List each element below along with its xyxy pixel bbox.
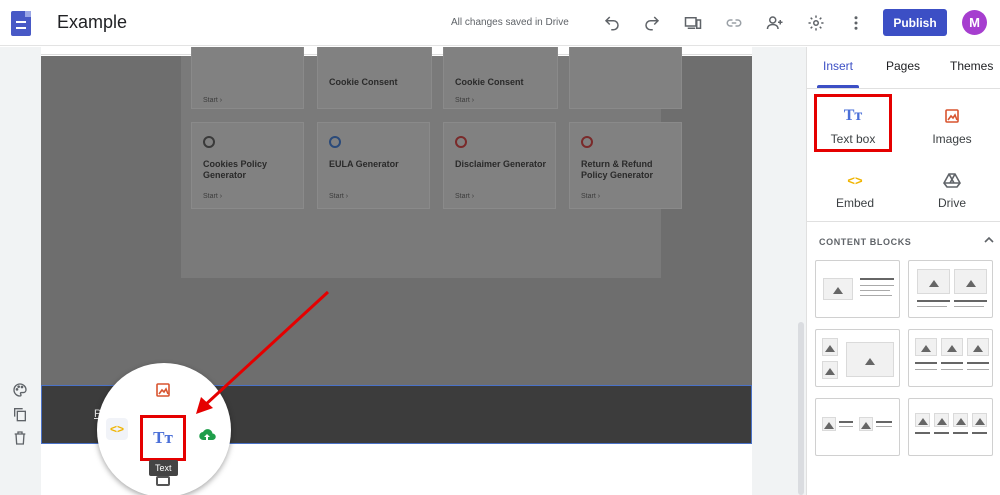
site-title[interactable]: Example bbox=[57, 12, 127, 33]
dimmed-embed-section[interactable]: Start › Cookie Consent Cookie Consent St… bbox=[41, 47, 752, 385]
image-icon bbox=[944, 105, 960, 127]
text-tooltip: Text bbox=[149, 460, 178, 476]
card-start-link[interactable]: Start › bbox=[203, 97, 222, 104]
card-start-link[interactable]: Start › bbox=[455, 97, 474, 104]
insert-embed[interactable]: <> Embed bbox=[816, 161, 894, 219]
card-start-link[interactable]: Start › bbox=[581, 193, 600, 200]
content-block-image-list[interactable] bbox=[815, 398, 900, 456]
content-blocks-heading: CONTENT BLOCKS bbox=[819, 237, 912, 247]
card-title-cookie-consent: Cookie Consent bbox=[455, 77, 524, 87]
policy-card-eula[interactable]: EULA Generator Start › bbox=[317, 122, 430, 209]
cloud-upload-icon[interactable] bbox=[198, 427, 216, 443]
duplicate-icon[interactable] bbox=[12, 406, 30, 424]
insert-item-label: Images bbox=[932, 132, 972, 146]
settings-icon[interactable] bbox=[805, 12, 827, 34]
policy-generator-panel: Start › Cookie Consent Cookie Consent St… bbox=[181, 47, 682, 278]
card-start-link[interactable]: Start › bbox=[455, 193, 474, 200]
policy-card[interactable]: Cookie Consent bbox=[317, 47, 432, 109]
palette-icon[interactable] bbox=[12, 382, 30, 400]
insert-item-label: Text box bbox=[830, 132, 876, 146]
publish-button[interactable]: Publish bbox=[883, 9, 947, 36]
save-status: All changes saved in Drive bbox=[451, 17, 569, 28]
preview-devices-icon[interactable] bbox=[682, 12, 704, 34]
delete-icon[interactable] bbox=[12, 430, 30, 448]
tab-pages[interactable]: Pages bbox=[886, 59, 920, 73]
content-block-four-images[interactable] bbox=[908, 398, 993, 456]
more-vert-icon[interactable] bbox=[845, 12, 867, 34]
card-title: Disclaimer Generator bbox=[455, 159, 547, 169]
card-title: Return & Refund Policy Generator bbox=[581, 159, 654, 180]
content-block-image-grid[interactable] bbox=[815, 329, 900, 387]
policy-card-cookies-policy[interactable]: Cookies Policy Generator Start › bbox=[191, 122, 304, 209]
content-block-image-text[interactable] bbox=[815, 260, 900, 318]
tab-themes[interactable]: Themes bbox=[950, 59, 993, 73]
policy-card-disclaimer[interactable]: Disclaimer Generator Start › bbox=[443, 122, 556, 209]
avatar[interactable]: M bbox=[962, 10, 987, 35]
card-start-link[interactable]: Start › bbox=[203, 193, 222, 200]
cookie-icon bbox=[203, 136, 215, 148]
insert-drive[interactable]: Drive bbox=[913, 161, 991, 219]
card-title: EULA Generator bbox=[329, 159, 399, 169]
tab-insert[interactable]: Insert bbox=[823, 59, 853, 73]
card-title: Cookie Consent bbox=[329, 77, 398, 87]
quick-insert-radial-menu: <> Tт Text bbox=[97, 363, 231, 495]
embed-icon: <> bbox=[847, 172, 863, 188]
chevron-up-icon[interactable] bbox=[983, 233, 995, 245]
alert-icon bbox=[455, 136, 467, 148]
drive-icon[interactable] bbox=[156, 476, 170, 486]
target-icon bbox=[581, 136, 593, 148]
policy-card-return-refund[interactable]: Return & Refund Policy Generator Start › bbox=[569, 122, 682, 209]
redo-icon[interactable] bbox=[641, 12, 663, 34]
insert-images[interactable]: Images bbox=[913, 97, 991, 155]
text-box-button[interactable]: Tт bbox=[140, 415, 186, 461]
canvas-scrollbar[interactable] bbox=[796, 47, 806, 495]
tabs-divider bbox=[807, 88, 1000, 89]
share-person-icon[interactable] bbox=[764, 12, 786, 34]
undo-icon[interactable] bbox=[601, 12, 623, 34]
insert-side-panel: Insert Pages Themes Tт Text box Images <… bbox=[806, 47, 1000, 495]
card-start-link[interactable]: Start › bbox=[329, 193, 348, 200]
panel-divider bbox=[807, 221, 1000, 222]
insert-item-label: Drive bbox=[937, 196, 966, 210]
embed-icon[interactable]: <> bbox=[106, 418, 128, 440]
image-icon[interactable] bbox=[155, 382, 171, 398]
insert-item-label: Embed bbox=[835, 196, 875, 210]
gear-icon bbox=[329, 136, 341, 148]
drive-icon bbox=[943, 169, 961, 191]
content-block-two-images[interactable] bbox=[908, 260, 993, 318]
policy-card[interactable]: Cookie Consent Start › bbox=[443, 47, 558, 109]
policy-card[interactable]: Start › bbox=[191, 47, 304, 109]
link-icon[interactable] bbox=[723, 12, 745, 34]
card-title: Cookies Policy Generator bbox=[203, 159, 268, 180]
policy-card[interactable] bbox=[569, 47, 682, 109]
insert-text-box[interactable]: Tт Text box bbox=[814, 94, 892, 152]
text-box-icon: Tт bbox=[843, 107, 863, 124]
scrollbar-thumb[interactable] bbox=[798, 322, 804, 495]
google-sites-logo-icon[interactable] bbox=[11, 11, 31, 36]
content-block-three-images[interactable] bbox=[908, 329, 993, 387]
top-bar: Example All changes saved in Drive Publi… bbox=[0, 0, 1000, 46]
